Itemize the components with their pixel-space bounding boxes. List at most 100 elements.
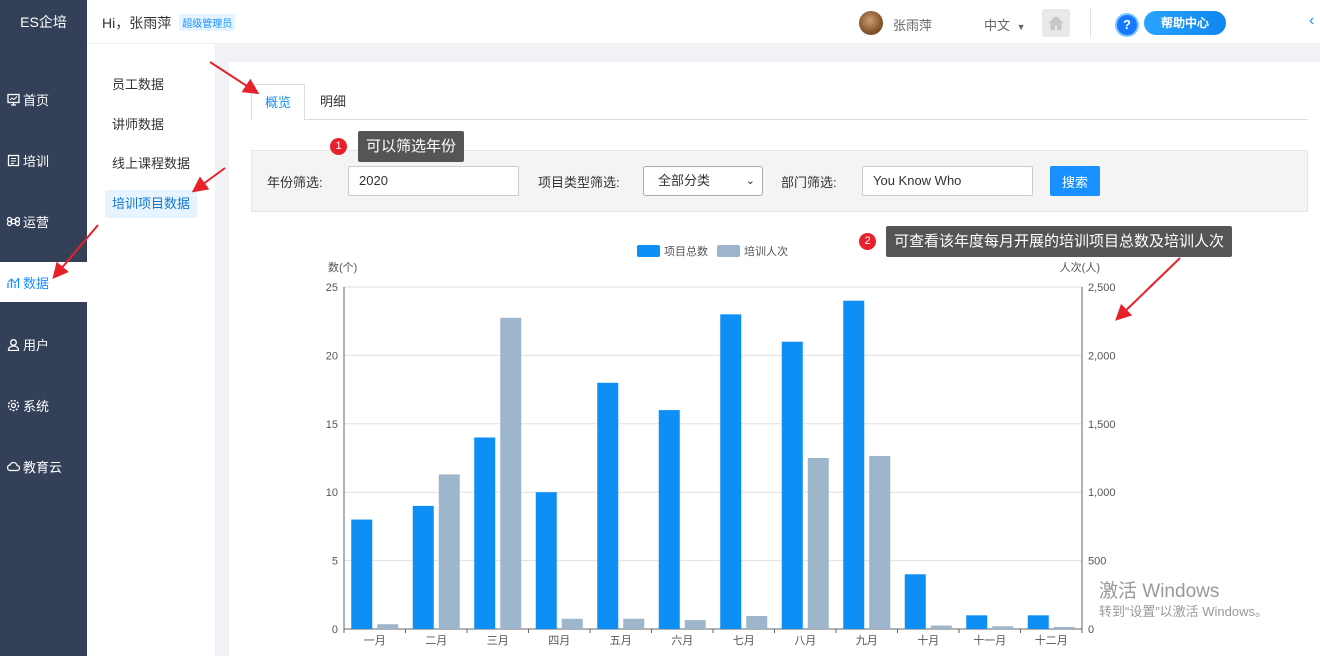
gear-icon	[6, 398, 20, 412]
x-tick-label: 五月	[610, 635, 632, 647]
year-filter-label: 年份筛选:	[267, 175, 323, 190]
submenu-item-employee-data[interactable]: 员工数据	[105, 71, 171, 99]
tab-bar: 概览 明细	[251, 84, 1308, 121]
bar-trainee-count	[930, 625, 952, 629]
nav-item-operations[interactable]: 运营	[0, 201, 87, 241]
bar-project-count	[597, 382, 619, 629]
bar-project-count	[535, 492, 557, 629]
x-tick-label: 一月	[364, 635, 386, 647]
home-button[interactable]	[1042, 9, 1070, 37]
annotation-box-2: 可查看该年度每月开展的培训项目总数及培训人次	[886, 226, 1233, 257]
brand-logo[interactable]: ES企培	[0, 0, 87, 44]
type-select-value: 全部分类	[658, 173, 711, 188]
y-right-tick-label: 2,500	[1088, 282, 1116, 294]
tab-overview[interactable]: 概览	[251, 84, 306, 121]
bar-project-count	[412, 505, 434, 629]
submenu-item-lecturer-data[interactable]: 讲师数据	[105, 111, 171, 139]
nav-item-label: 首页	[23, 92, 50, 108]
legend-swatch-trainee-count	[717, 245, 740, 257]
y-right-tick-label: 0	[1088, 624, 1094, 636]
dept-filter-label: 部门筛选:	[781, 175, 837, 190]
data-submenu: 员工数据 讲师数据 线上课程数据 培训项目数据	[87, 44, 215, 656]
y-left-tick-label: 15	[326, 419, 338, 431]
greeting-text: Hi，张雨萍	[102, 15, 172, 31]
submenu-item-online-course-data[interactable]: 线上课程数据	[105, 150, 197, 178]
bar-project-count	[781, 341, 803, 629]
type-filter-label: 项目类型筛选:	[538, 175, 620, 190]
cloud-icon	[6, 459, 20, 473]
x-tick-label: 十一月	[973, 633, 1006, 647]
nav-item-label: 培训	[23, 153, 50, 169]
nav-item-edu-cloud[interactable]: 教育云	[0, 446, 87, 486]
chevron-left-icon[interactable]: ‹	[1309, 12, 1314, 30]
y-right-axis-title: 人次(人)	[1060, 260, 1100, 274]
x-tick-label: 八月	[794, 635, 816, 647]
nav-item-label: 教育云	[23, 459, 63, 475]
bar-project-count	[843, 300, 865, 629]
y-right-tick-label: 1,500	[1088, 419, 1116, 431]
top-header: Hi，张雨萍 超级管理员 张雨萍 中文 ▼ ? 帮助中心 ‹	[87, 0, 1320, 44]
bar-trainee-count	[992, 626, 1014, 629]
monthly-training-chart: 0 0 5 500 10 1,000 15 1,500 20 2,000 25 2,500 数(个) 人次…	[326, 244, 1116, 647]
bar-project-count	[966, 615, 988, 629]
legend-label-project-count: 项目总数	[664, 244, 708, 258]
y-left-tick-label: 10	[326, 487, 338, 499]
nav-item-label: 系统	[23, 398, 50, 414]
nav-item-label: 用户	[23, 337, 50, 353]
username[interactable]: 张雨萍	[893, 15, 932, 34]
y-right-tick-label: 500	[1088, 556, 1106, 568]
help-icon[interactable]: ?	[1115, 13, 1139, 37]
role-badge: 超级管理员	[179, 14, 236, 31]
nav-item-data[interactable]: 数据	[0, 262, 87, 302]
bar-project-count	[658, 410, 680, 629]
help-center-button[interactable]: 帮助中心	[1144, 11, 1226, 35]
user-icon	[6, 337, 20, 351]
submenu-item-training-project-data[interactable]: 培训项目数据	[105, 190, 198, 218]
nav-item-home[interactable]: 首页	[0, 79, 87, 119]
bar-trainee-count	[377, 624, 399, 629]
search-button[interactable]: 搜索	[1050, 166, 1100, 196]
y-right-tick-label: 2,000	[1088, 350, 1116, 362]
x-tick-label: 十月	[917, 633, 939, 647]
language-label: 中文	[984, 18, 1011, 33]
y-left-axis-title: 数(个)	[328, 261, 357, 274]
windows-activation-subtitle: 转到“设置”以激活 Windows。	[1099, 604, 1269, 619]
bar-trainee-count	[869, 455, 891, 629]
bar-project-count	[474, 437, 496, 629]
y-left-tick-label: 25	[326, 282, 338, 294]
bar-project-count	[1027, 615, 1049, 629]
annotation-number-2: 2	[859, 233, 876, 250]
bar-trainee-count	[684, 620, 706, 629]
bar-trainee-count	[500, 317, 522, 629]
avatar[interactable]	[859, 11, 883, 35]
bar-project-count	[720, 314, 742, 629]
greeting: Hi，张雨萍 超级管理员	[102, 13, 236, 33]
app-root: ES企培 首页 培训 运营 数据 用户 系统 教育云 Hi，张雨萍 超级管理员 …	[0, 0, 1320, 656]
bar-trainee-count	[1053, 626, 1075, 629]
y-left-tick-label: 5	[332, 556, 338, 568]
bar-trainee-count	[807, 458, 829, 629]
y-left-tick-label: 20	[326, 350, 338, 362]
monitor-icon	[6, 92, 20, 106]
bar-project-count	[904, 574, 926, 629]
language-select[interactable]: 中文 ▼	[984, 15, 1026, 34]
x-tick-label: 九月	[856, 634, 878, 647]
command-icon	[6, 214, 20, 228]
y-right-tick-label: 1,000	[1088, 487, 1116, 499]
legend-label-trainee-count: 培训人次	[744, 244, 788, 258]
year-input[interactable]: 2020	[348, 166, 519, 196]
bar-project-count	[351, 519, 373, 629]
nav-item-users[interactable]: 用户	[0, 324, 87, 364]
x-tick-label: 三月	[487, 635, 509, 647]
caret-down-icon: ▼	[1016, 22, 1026, 32]
annotation-number-1: 1	[330, 138, 347, 155]
x-tick-label: 四月	[548, 635, 570, 647]
nav-item-system[interactable]: 系统	[0, 385, 87, 425]
chart-icon	[6, 275, 20, 289]
tab-details[interactable]: 明细	[307, 84, 359, 121]
home-icon	[1048, 16, 1064, 30]
bar-trainee-count	[561, 618, 583, 629]
nav-item-training[interactable]: 培训	[0, 140, 87, 180]
type-select[interactable]: 全部分类 ⌄	[643, 166, 763, 196]
dept-input[interactable]: You Know Who	[862, 166, 1033, 196]
